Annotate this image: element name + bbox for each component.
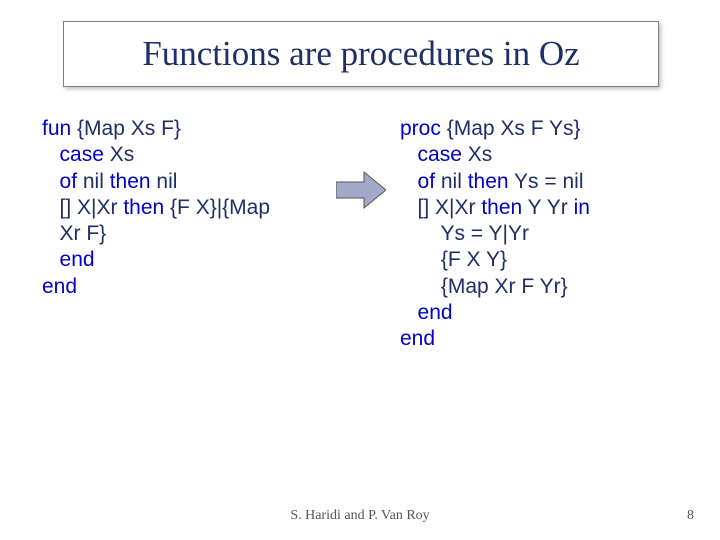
code-line: case Xs <box>42 142 322 168</box>
code-line: end <box>42 274 322 300</box>
slide-title: Functions are procedures in Oz <box>142 34 579 74</box>
code-line: fun {Map Xs F} <box>42 116 322 142</box>
code-line: [] X|Xr then Y Yr in <box>400 195 700 221</box>
code-line: proc {Map Xs F Ys} <box>400 116 700 142</box>
code-line: [] X|Xr then {F X}|{Map <box>42 195 322 221</box>
code-line: end <box>400 300 700 326</box>
footer: S. Haridi and P. Van Roy 8 <box>0 508 720 528</box>
code-block-proc: proc {Map Xs F Ys} case Xs of nil then Y… <box>400 116 700 352</box>
page-number: 8 <box>687 508 694 524</box>
code-line: Ys = Y|Yr <box>400 221 700 247</box>
footer-authors: S. Haridi and P. Van Roy <box>0 508 720 524</box>
code-line: of nil then Ys = nil <box>400 169 700 195</box>
code-block-fun: fun {Map Xs F} case Xs of nil then nil [… <box>42 116 322 300</box>
title-box: Functions are procedures in Oz <box>63 21 659 87</box>
code-line: of nil then nil <box>42 169 322 195</box>
arrow-icon <box>336 170 386 210</box>
code-line: Xr F} <box>42 221 322 247</box>
code-line: {Map Xr F Yr} <box>400 274 700 300</box>
code-line: case Xs <box>400 142 700 168</box>
code-line: {F X Y} <box>400 247 700 273</box>
code-line: end <box>400 326 700 352</box>
code-line: end <box>42 247 322 273</box>
